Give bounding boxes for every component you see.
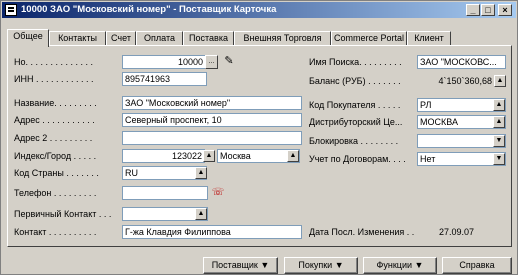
tab-commerce-portal[interactable]: Commerce Portal [331,31,407,46]
functions-menu-label: Функции [376,260,413,270]
phone-field[interactable] [122,186,208,200]
contact-field[interactable]: Г-жа Клавдия Филиппова [122,225,302,239]
window-title: 10000 ЗАО "Московский номер" - Поставщик… [21,4,277,15]
index-lookup-arrow-icon[interactable]: ▲ [203,150,215,162]
supplier-menu-label: Поставщик [211,260,258,270]
name-field[interactable]: ЗАО "Московский номер" [122,96,302,110]
balance-drilldown-arrow-icon[interactable]: ▲ [494,75,506,87]
distributor-lookup-arrow-icon[interactable]: ▲ [493,116,505,128]
tab-foreign-trade[interactable]: Внешняя Торговля [234,31,331,46]
buyer-code-lookup-arrow-icon[interactable]: ▲ [493,99,505,111]
city-lookup-arrow-icon[interactable]: ▲ [287,150,299,162]
index-city-label: Индекс/Город . . . . . [14,151,97,161]
tab-general[interactable]: Общее [7,29,49,47]
form-icon [5,4,17,16]
help-button[interactable]: Справка [442,257,512,274]
contact-label: Контакт . . . . . . . . . . [14,227,97,237]
balance-label: Баланс (РУБ) . . . . . . . [309,76,401,86]
supplier-card-window: 10000 ЗАО "Московский номер" - Поставщик… [0,0,518,275]
contract-accounting-label: Учет по Договорам. . . . [309,154,406,164]
inn-field[interactable]: 895741963 [122,72,207,86]
last-modified-label: Дата Посл. Изменения . . [309,227,415,237]
no-label: Но. . . . . . . . . . . . . . [14,57,94,67]
last-modified-value: 27.09.07 [417,225,477,239]
purchases-menu-label: Покупки [298,260,333,270]
functions-menu-button[interactable]: Функции ▼ [363,257,437,274]
contract-dropdown-chevron-icon[interactable]: ▼ [493,153,505,165]
supplier-menu-button[interactable]: Поставщик ▼ [203,257,278,274]
tab-client[interactable]: Клиент [407,31,451,46]
tab-payment[interactable]: Оплата [136,31,183,46]
title-bar[interactable]: 10000 ЗАО "Московский номер" - Поставщик… [2,2,516,18]
buyer-code-label: Код Покупателя . . . . . [309,100,401,110]
inn-label: ИНН . . . . . . . . . . . . [14,74,94,84]
tab-contacts[interactable]: Контакты [49,31,106,46]
no-assist-button[interactable]: ... [205,55,218,69]
index-field[interactable]: 123022 [122,149,205,163]
address-field[interactable]: Северный проспект, 10 [122,113,302,127]
no-field[interactable]: 10000 [122,55,206,69]
dial-phone-icon[interactable]: ☏ [211,186,225,200]
primary-contact-lookup-arrow-icon[interactable]: ▲ [195,208,207,220]
edit-pencil-icon[interactable]: ✎ [222,55,236,69]
distributor-label: Дистрибуторский Це... [309,117,403,127]
address-label: Адрес . . . . . . . . . . . [14,115,95,125]
maximize-button[interactable]: □ [481,4,495,16]
name-label: Название. . . . . . . . . [14,98,97,108]
general-panel: Но. . . . . . . . . . . . . . 10000 ... … [7,45,512,247]
block-dropdown-chevron-icon[interactable]: ▼ [493,135,505,147]
balance-field: 4`150`360,68 [417,74,495,88]
country-lookup-arrow-icon[interactable]: ▲ [195,167,207,179]
search-name-field[interactable]: ЗАО "МОСКОВС... [417,55,506,69]
primary-contact-label: Первичный Контакт . . . [14,209,112,219]
close-button[interactable]: × [498,4,512,16]
address2-field[interactable] [122,131,302,145]
country-code-label: Код Страны . . . . . . . [14,168,99,178]
search-name-label: Имя Поиска. . . . . . . . . [309,57,402,67]
tab-invoice[interactable]: Счет [106,31,136,46]
minimize-button[interactable]: _ [466,4,480,16]
block-label: Блокировка . . . . . . . . [309,136,399,146]
phone-label: Телефон . . . . . . . . . [14,188,97,198]
tab-delivery[interactable]: Поставка [183,31,234,46]
purchases-menu-button[interactable]: Покупки ▼ [284,257,358,274]
address2-label: Адрес 2 . . . . . . . . . [14,133,93,143]
